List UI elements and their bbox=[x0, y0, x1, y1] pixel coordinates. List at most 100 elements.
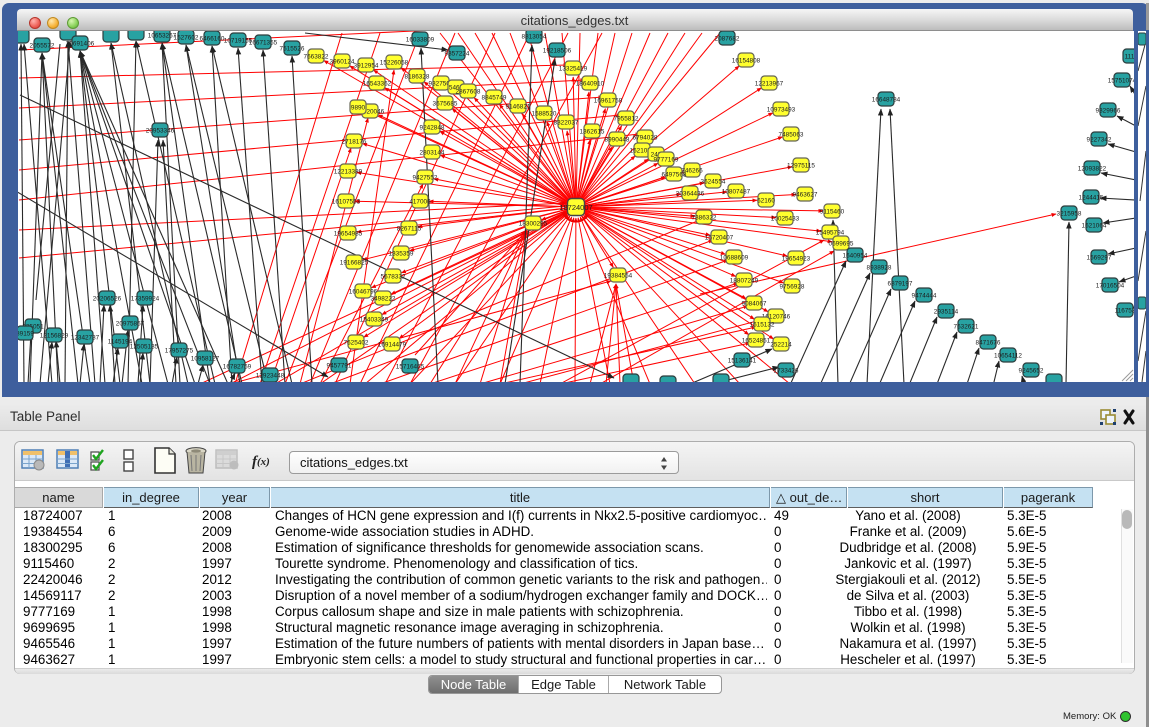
svg-text:16648784: 16648784 bbox=[872, 97, 901, 104]
svg-text:9084067: 9084067 bbox=[742, 301, 767, 308]
svg-text:1733426: 1733426 bbox=[774, 368, 799, 375]
svg-text:(x): (x) bbox=[257, 456, 270, 468]
svg-text:19654985: 19654985 bbox=[334, 231, 363, 238]
svg-text:12505135: 12505135 bbox=[130, 344, 159, 351]
svg-text:19218506: 19218506 bbox=[543, 48, 572, 55]
svg-text:15716465: 15716465 bbox=[396, 364, 425, 371]
svg-text:16782759: 16782759 bbox=[223, 364, 252, 371]
svg-text:1588520: 1588520 bbox=[532, 111, 557, 118]
svg-text:7625402: 7625402 bbox=[344, 340, 369, 347]
svg-text:20364436: 20364436 bbox=[676, 191, 705, 198]
svg-text:8471676: 8471676 bbox=[976, 340, 1001, 347]
svg-text:15136141: 15136141 bbox=[728, 358, 757, 365]
svg-text:39159: 39159 bbox=[18, 331, 34, 338]
svg-text:9756928: 9756928 bbox=[780, 284, 805, 291]
svg-text:2867608: 2867608 bbox=[456, 89, 481, 96]
svg-text:2087682: 2087682 bbox=[715, 36, 740, 43]
svg-text:16543362: 16543362 bbox=[363, 81, 392, 88]
svg-text:9457791: 9457791 bbox=[327, 363, 352, 370]
svg-text:252214: 252214 bbox=[770, 342, 792, 349]
svg-text:2803144: 2803144 bbox=[420, 150, 445, 157]
svg-text:1111: 1111 bbox=[1125, 54, 1134, 61]
svg-text:16046796: 16046796 bbox=[349, 289, 378, 296]
svg-text:10973493: 10973493 bbox=[767, 107, 796, 114]
svg-text:9242848: 9242848 bbox=[420, 125, 445, 132]
svg-text:9357224: 9357224 bbox=[445, 51, 470, 58]
svg-text:3215958: 3215958 bbox=[1057, 211, 1082, 218]
svg-text:9115460: 9115460 bbox=[820, 209, 845, 216]
svg-text:20206526: 20206526 bbox=[93, 296, 122, 303]
svg-text:2718176: 2718176 bbox=[342, 139, 367, 146]
svg-text:18807249: 18807249 bbox=[730, 278, 759, 285]
svg-text:2935114: 2935114 bbox=[934, 309, 959, 316]
svg-text:16671355: 16671355 bbox=[249, 40, 278, 47]
svg-text:15226058: 15226058 bbox=[380, 60, 409, 67]
svg-text:8938928: 8938928 bbox=[867, 265, 892, 272]
svg-text:10654112: 10654112 bbox=[994, 353, 1022, 360]
svg-text:13325419: 13325419 bbox=[559, 66, 588, 73]
svg-text:1621064: 1621064 bbox=[1082, 223, 1107, 230]
svg-text:20975867: 20975867 bbox=[116, 321, 145, 328]
svg-text:1569297: 1569297 bbox=[1087, 255, 1112, 262]
svg-text:10688609: 10688609 bbox=[720, 255, 749, 262]
svg-text:17016504: 17016504 bbox=[1096, 283, 1125, 290]
svg-text:20953346: 20953346 bbox=[146, 128, 175, 135]
svg-text:7515526: 7515526 bbox=[280, 46, 305, 53]
svg-text:1615132: 1615132 bbox=[750, 322, 775, 329]
svg-text:12156829: 12156829 bbox=[40, 333, 69, 340]
svg-text:12213967: 12213967 bbox=[755, 81, 784, 88]
svg-text:16961758: 16961758 bbox=[594, 98, 623, 105]
svg-text:7955812: 7955812 bbox=[614, 116, 639, 123]
svg-text:62160: 62160 bbox=[757, 198, 775, 205]
svg-text:9245652: 9245652 bbox=[1019, 368, 1044, 375]
svg-text:10807487: 10807487 bbox=[722, 189, 751, 196]
svg-text:6466160: 6466160 bbox=[200, 36, 225, 43]
svg-text:7386322: 7386322 bbox=[692, 215, 717, 222]
svg-text:16033809: 16033809 bbox=[406, 37, 435, 44]
svg-text:15403349: 15403349 bbox=[360, 317, 389, 324]
svg-text:10653267: 10653267 bbox=[148, 33, 177, 40]
svg-text:9890: 9890 bbox=[351, 105, 366, 112]
svg-text:8990448: 8990448 bbox=[605, 137, 630, 144]
svg-text:6794028: 6794028 bbox=[633, 135, 658, 142]
svg-text:8186328: 8186328 bbox=[405, 74, 430, 81]
svg-text:18300295: 18300295 bbox=[519, 221, 548, 228]
svg-text:7663822: 7663822 bbox=[304, 54, 329, 61]
svg-text:7485063: 7485063 bbox=[779, 132, 804, 139]
svg-text:8813054: 8813054 bbox=[522, 34, 547, 41]
svg-text:8267115: 8267115 bbox=[397, 226, 422, 233]
svg-text:3498222: 3498222 bbox=[371, 296, 396, 303]
svg-text:6879197: 6879197 bbox=[888, 281, 913, 288]
svg-text:16524851: 16524851 bbox=[742, 338, 771, 345]
svg-text:9227342: 9227342 bbox=[1087, 137, 1112, 144]
svg-text:17957275: 17957275 bbox=[165, 348, 194, 355]
svg-text:18640910: 18640910 bbox=[576, 81, 605, 88]
svg-text:12213389: 12213389 bbox=[334, 169, 363, 176]
svg-text:16107553: 16107553 bbox=[332, 199, 361, 206]
svg-text:19166825: 19166825 bbox=[340, 260, 369, 267]
svg-text:3960124: 3960124 bbox=[330, 59, 355, 66]
svg-text:20691406: 20691406 bbox=[66, 41, 95, 48]
svg-text:2055572: 2055572 bbox=[30, 43, 55, 50]
svg-text:1244415: 1244415 bbox=[1079, 195, 1104, 202]
svg-text:116753: 116753 bbox=[1115, 308, 1134, 315]
svg-text:18724007: 18724007 bbox=[559, 203, 592, 212]
svg-text:12923448: 12923448 bbox=[256, 373, 285, 380]
svg-text:1640954: 1640954 bbox=[843, 253, 868, 260]
svg-text:1362615: 1362615 bbox=[580, 129, 605, 136]
svg-text:8845749: 8845749 bbox=[482, 95, 507, 102]
svg-text:10025433: 10025433 bbox=[771, 216, 800, 223]
svg-text:9463627: 9463627 bbox=[793, 192, 818, 199]
svg-text:12342737: 12342737 bbox=[71, 335, 100, 342]
svg-text:9427552: 9427552 bbox=[413, 175, 438, 182]
svg-text:16914479: 16914479 bbox=[378, 342, 407, 349]
svg-text:3912954: 3912954 bbox=[354, 63, 379, 70]
svg-text:19384554: 19384554 bbox=[604, 273, 633, 280]
svg-text:3675685: 3675685 bbox=[433, 101, 458, 108]
svg-text:12093822: 12093822 bbox=[1078, 166, 1107, 173]
svg-text:9329966: 9329966 bbox=[1096, 108, 1121, 115]
svg-text:1335359: 1335359 bbox=[389, 251, 414, 258]
svg-text:19654923: 19654923 bbox=[782, 256, 811, 263]
svg-text:5678332: 5678332 bbox=[381, 274, 406, 281]
svg-text:6497568: 6497568 bbox=[662, 172, 687, 179]
